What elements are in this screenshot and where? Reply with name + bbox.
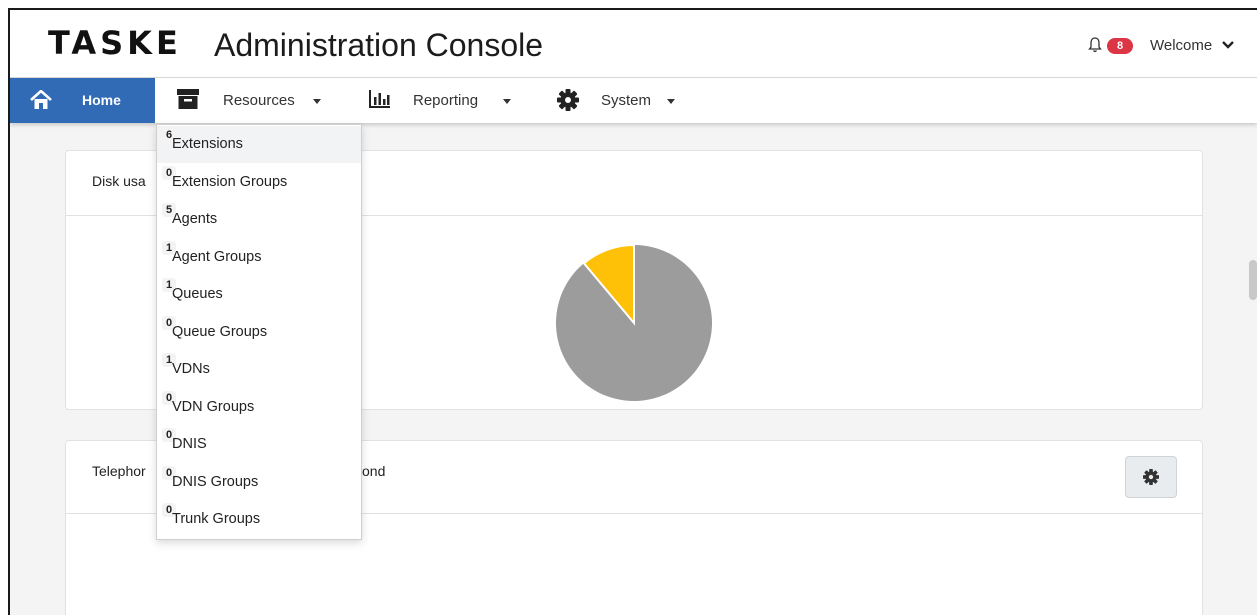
menu-item[interactable]: Trunk Groups 0: [157, 501, 361, 538]
card-title-left: Telephor: [92, 463, 146, 479]
menu-item-label: Queue Groups: [172, 323, 268, 340]
menu-item-label: Extension Groups: [172, 173, 288, 190]
menu-item-label: Agents: [172, 211, 218, 227]
menu-item-label: Agent Groups: [172, 248, 262, 265]
settings-button[interactable]: [1125, 456, 1177, 498]
card-title: Disk usa: [92, 173, 146, 189]
menu-item-label: Trunk Groups: [172, 511, 261, 527]
menu-item-label: VDNs: [172, 361, 210, 377]
nav-reporting[interactable]: Reporting: [367, 78, 517, 123]
scrollbar[interactable]: [1249, 260, 1257, 300]
nav-resources-label: Resources: [223, 92, 295, 109]
menu-item[interactable]: Agents 5: [157, 201, 361, 238]
disk-usage-pie-chart: [556, 243, 712, 401]
caret-down-icon: [667, 99, 675, 104]
menu-item-label: DNIS Groups: [172, 473, 259, 490]
archive-icon: [177, 89, 199, 109]
menu-item[interactable]: VDN Groups 0: [157, 389, 361, 426]
menu-item[interactable]: Extension Groups 0: [157, 164, 361, 201]
menu-item[interactable]: Agent Groups 1: [157, 239, 361, 276]
menu-item[interactable]: DNIS Groups 0: [157, 464, 361, 501]
menu-item-label: DNIS: [172, 436, 207, 452]
gear-icon: [557, 89, 579, 111]
caret-down-icon: [313, 99, 321, 104]
bell-icon[interactable]: [1088, 37, 1102, 53]
home-icon: [30, 90, 52, 109]
app-window: TASKE Administration Console 8 Welcome H…: [8, 8, 1257, 615]
gear-icon: [1143, 469, 1159, 485]
welcome-menu[interactable]: Welcome: [1150, 37, 1212, 54]
nav-reporting-label: Reporting: [413, 92, 479, 109]
nav-system-label: System: [601, 92, 652, 109]
nav-home[interactable]: Home: [10, 78, 155, 123]
notification-badge[interactable]: 8: [1107, 38, 1133, 54]
nav-resources[interactable]: Resources: [175, 78, 330, 123]
nav-system[interactable]: System: [557, 78, 687, 123]
menu-item[interactable]: DNIS 0: [157, 426, 361, 463]
menu-item[interactable]: Queues 1: [157, 276, 361, 313]
menu-item-label: Queues: [172, 286, 223, 302]
nav-home-label: Home: [82, 92, 121, 108]
menu-item-label: VDN Groups: [172, 398, 255, 415]
bar-chart-icon: [369, 90, 390, 108]
taske-logo[interactable]: TASKE: [48, 24, 182, 62]
menu-item[interactable]: Extensions 6: [157, 126, 361, 163]
top-header: TASKE Administration Console 8 Welcome: [10, 10, 1257, 78]
chevron-down-icon[interactable]: [1221, 40, 1235, 50]
page-title: Administration Console: [214, 27, 544, 63]
main-navbar: Home Resources Reporting System: [10, 78, 1257, 123]
menu-item[interactable]: Queue Groups 0: [157, 314, 361, 351]
caret-down-icon: [503, 99, 511, 104]
resources-dropdown-menu: Extensions 6 Extension Groups 0 Agents 5 Agent…: [156, 124, 362, 540]
menu-item[interactable]: VDNs 1: [157, 351, 361, 388]
card-title-right: ond: [362, 463, 386, 479]
menu-item-label: Extensions: [172, 136, 243, 152]
